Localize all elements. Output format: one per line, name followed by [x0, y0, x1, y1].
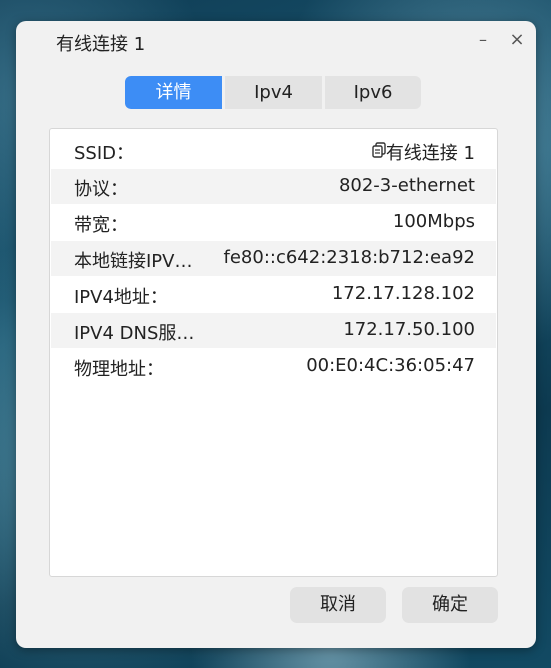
dialog-title: 有线连接 1 [56, 34, 146, 55]
ok-button[interactable]: 确定 [402, 587, 498, 623]
ssid-value: 有线连接 1 [385, 143, 475, 164]
title-bar[interactable]: 有线连接 1 – × [16, 21, 536, 61]
close-button[interactable]: × [505, 29, 529, 53]
ipv4-dns-label: IPV4 DNS服… [74, 323, 195, 344]
minimize-button[interactable]: – [471, 29, 495, 53]
ipv4-dns-value: 172.17.50.100 [343, 319, 475, 340]
detail-row-mac-address: 物理地址： 00:E0:4C:36:05:47 [51, 349, 496, 384]
detail-row-ipv4-dns: IPV4 DNS服… 172.17.50.100 [51, 313, 496, 348]
mac-address-value: 00:E0:4C:36:05:47 [306, 355, 475, 376]
tab-details[interactable]: 详情 [125, 76, 222, 109]
ipv4-address-label: IPV4地址： [74, 287, 168, 308]
copy-icon[interactable] [372, 142, 386, 158]
connection-details-dialog: 有线连接 1 – × 详情 Ipv4 Ipv6 SSID： 有线连接 1 协议： [16, 21, 536, 648]
details-panel: SSID： 有线连接 1 协议： 802-3-ethernet 带宽： 100M… [49, 128, 498, 577]
mac-address-label: 物理地址： [74, 359, 164, 380]
detail-row-ipv4-address: IPV4地址： 172.17.128.102 [51, 277, 496, 312]
bandwidth-value: 100Mbps [392, 211, 475, 232]
bandwidth-label: 带宽： [74, 215, 128, 236]
link-local-ipv6-value: fe80::c642:2318:b712:ea92 [223, 247, 476, 268]
tab-bar: 详情 Ipv4 Ipv6 [125, 76, 421, 109]
link-local-ipv6-label: 本地链接IPV… [74, 251, 193, 272]
cancel-button[interactable]: 取消 [290, 587, 386, 623]
ssid-label: SSID： [74, 143, 135, 164]
ipv4-address-value: 172.17.128.102 [331, 283, 475, 304]
protocol-value: 802-3-ethernet [338, 175, 475, 196]
detail-row-link-local-ipv6: 本地链接IPV… fe80::c642:2318:b712:ea92 [51, 241, 496, 276]
tab-ipv4[interactable]: Ipv4 [225, 76, 322, 109]
tab-ipv6[interactable]: Ipv6 [325, 76, 421, 109]
detail-row-ssid: SSID： 有线连接 1 [51, 133, 496, 168]
detail-row-bandwidth: 带宽： 100Mbps [51, 205, 496, 240]
protocol-label: 协议： [74, 179, 128, 200]
detail-row-protocol: 协议： 802-3-ethernet [51, 169, 496, 204]
